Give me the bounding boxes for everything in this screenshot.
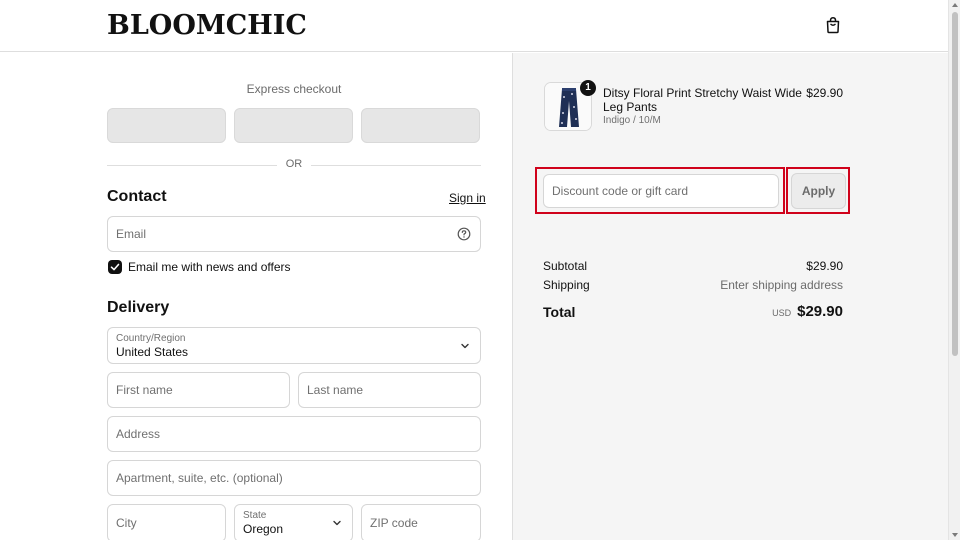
product-variant: Indigo / 10/M: [603, 115, 661, 126]
or-divider: OR: [107, 157, 481, 173]
express-pay-button-2[interactable]: [234, 108, 353, 143]
address-field[interactable]: Address: [107, 416, 481, 452]
checkout-form-column: Express checkout OR Contact Sign in Emai…: [0, 53, 512, 540]
express-checkout-label: Express checkout: [246, 82, 342, 96]
newsletter-label: Email me with news and offers: [128, 260, 291, 274]
brand-logo[interactable]: BLOOMCHIC: [107, 10, 307, 41]
express-pay-button-1[interactable]: [107, 108, 226, 143]
country-label: Country/Region: [116, 333, 186, 344]
email-field[interactable]: Email: [107, 216, 481, 252]
or-text: OR: [285, 158, 303, 170]
total-amount: $29.90: [797, 303, 843, 320]
product-name: Ditsy Floral Print Stretchy Waist Wide L…: [603, 86, 802, 114]
sign-in-link[interactable]: Sign in: [449, 191, 486, 205]
zip-placeholder: ZIP code: [370, 516, 418, 530]
chevron-down-icon: [333, 520, 341, 526]
discount-placeholder: Discount code or gift card: [552, 184, 689, 198]
contact-title: Contact: [107, 188, 167, 205]
scroll-down-arrow-icon[interactable]: [952, 533, 958, 537]
discount-highlight-box: Discount code or gift card: [535, 167, 785, 214]
page-scrollbar[interactable]: [948, 0, 960, 540]
shipping-label: Shipping: [543, 278, 590, 292]
total-price: USD $29.90: [772, 303, 843, 321]
first-name-field[interactable]: First name: [107, 372, 290, 408]
scroll-thumb[interactable]: [952, 12, 958, 356]
divider-line-right: [311, 165, 481, 166]
subtotal-label: Subtotal: [543, 259, 588, 273]
country-value: United States: [116, 345, 189, 359]
scroll-up-arrow-icon[interactable]: [952, 3, 958, 7]
total-currency: USD: [772, 308, 792, 318]
zip-field[interactable]: ZIP code: [361, 504, 481, 540]
chevron-down-icon: [461, 343, 469, 348]
site-header: BLOOMCHIC: [0, 0, 948, 52]
express-pay-button-3[interactable]: [361, 108, 480, 143]
address-placeholder: Address: [116, 427, 161, 441]
email-placeholder: Email: [116, 227, 147, 241]
city-field[interactable]: City: [107, 504, 226, 540]
product-price: $29.90: [806, 86, 843, 100]
check-icon: [110, 263, 120, 271]
help-circle-icon[interactable]: [457, 227, 471, 241]
shipping-value: Enter shipping address: [720, 278, 843, 292]
apply-highlight-box: Apply: [786, 167, 850, 214]
shipping-row: Shipping Enter shipping address: [543, 278, 843, 292]
newsletter-checkbox[interactable]: [108, 260, 122, 274]
first-name-placeholder: First name: [116, 383, 173, 397]
state-select[interactable]: State Oregon: [234, 504, 353, 540]
state-label: State: [243, 510, 267, 521]
total-row: Total USD $29.90: [543, 303, 843, 322]
shopping-bag-icon[interactable]: [824, 16, 842, 34]
apartment-field[interactable]: Apartment, suite, etc. (optional): [107, 460, 481, 496]
delivery-title: Delivery: [107, 299, 170, 316]
last-name-field[interactable]: Last name: [298, 372, 481, 408]
quantity-badge: 1: [580, 80, 596, 96]
order-summary-column: 1 Ditsy Floral Print Stretchy Waist Wide…: [512, 53, 948, 540]
subtotal-row: Subtotal $29.90: [543, 259, 843, 273]
apply-discount-button[interactable]: Apply: [791, 173, 846, 209]
state-value: Oregon: [243, 522, 284, 536]
discount-code-input[interactable]: Discount code or gift card: [543, 174, 779, 208]
city-placeholder: City: [116, 516, 137, 530]
country-select[interactable]: Country/Region United States: [107, 327, 481, 364]
subtotal-value: $29.90: [806, 259, 843, 273]
last-name-placeholder: Last name: [307, 383, 364, 397]
total-label: Total: [543, 304, 576, 320]
apartment-placeholder: Apartment, suite, etc. (optional): [116, 471, 283, 485]
